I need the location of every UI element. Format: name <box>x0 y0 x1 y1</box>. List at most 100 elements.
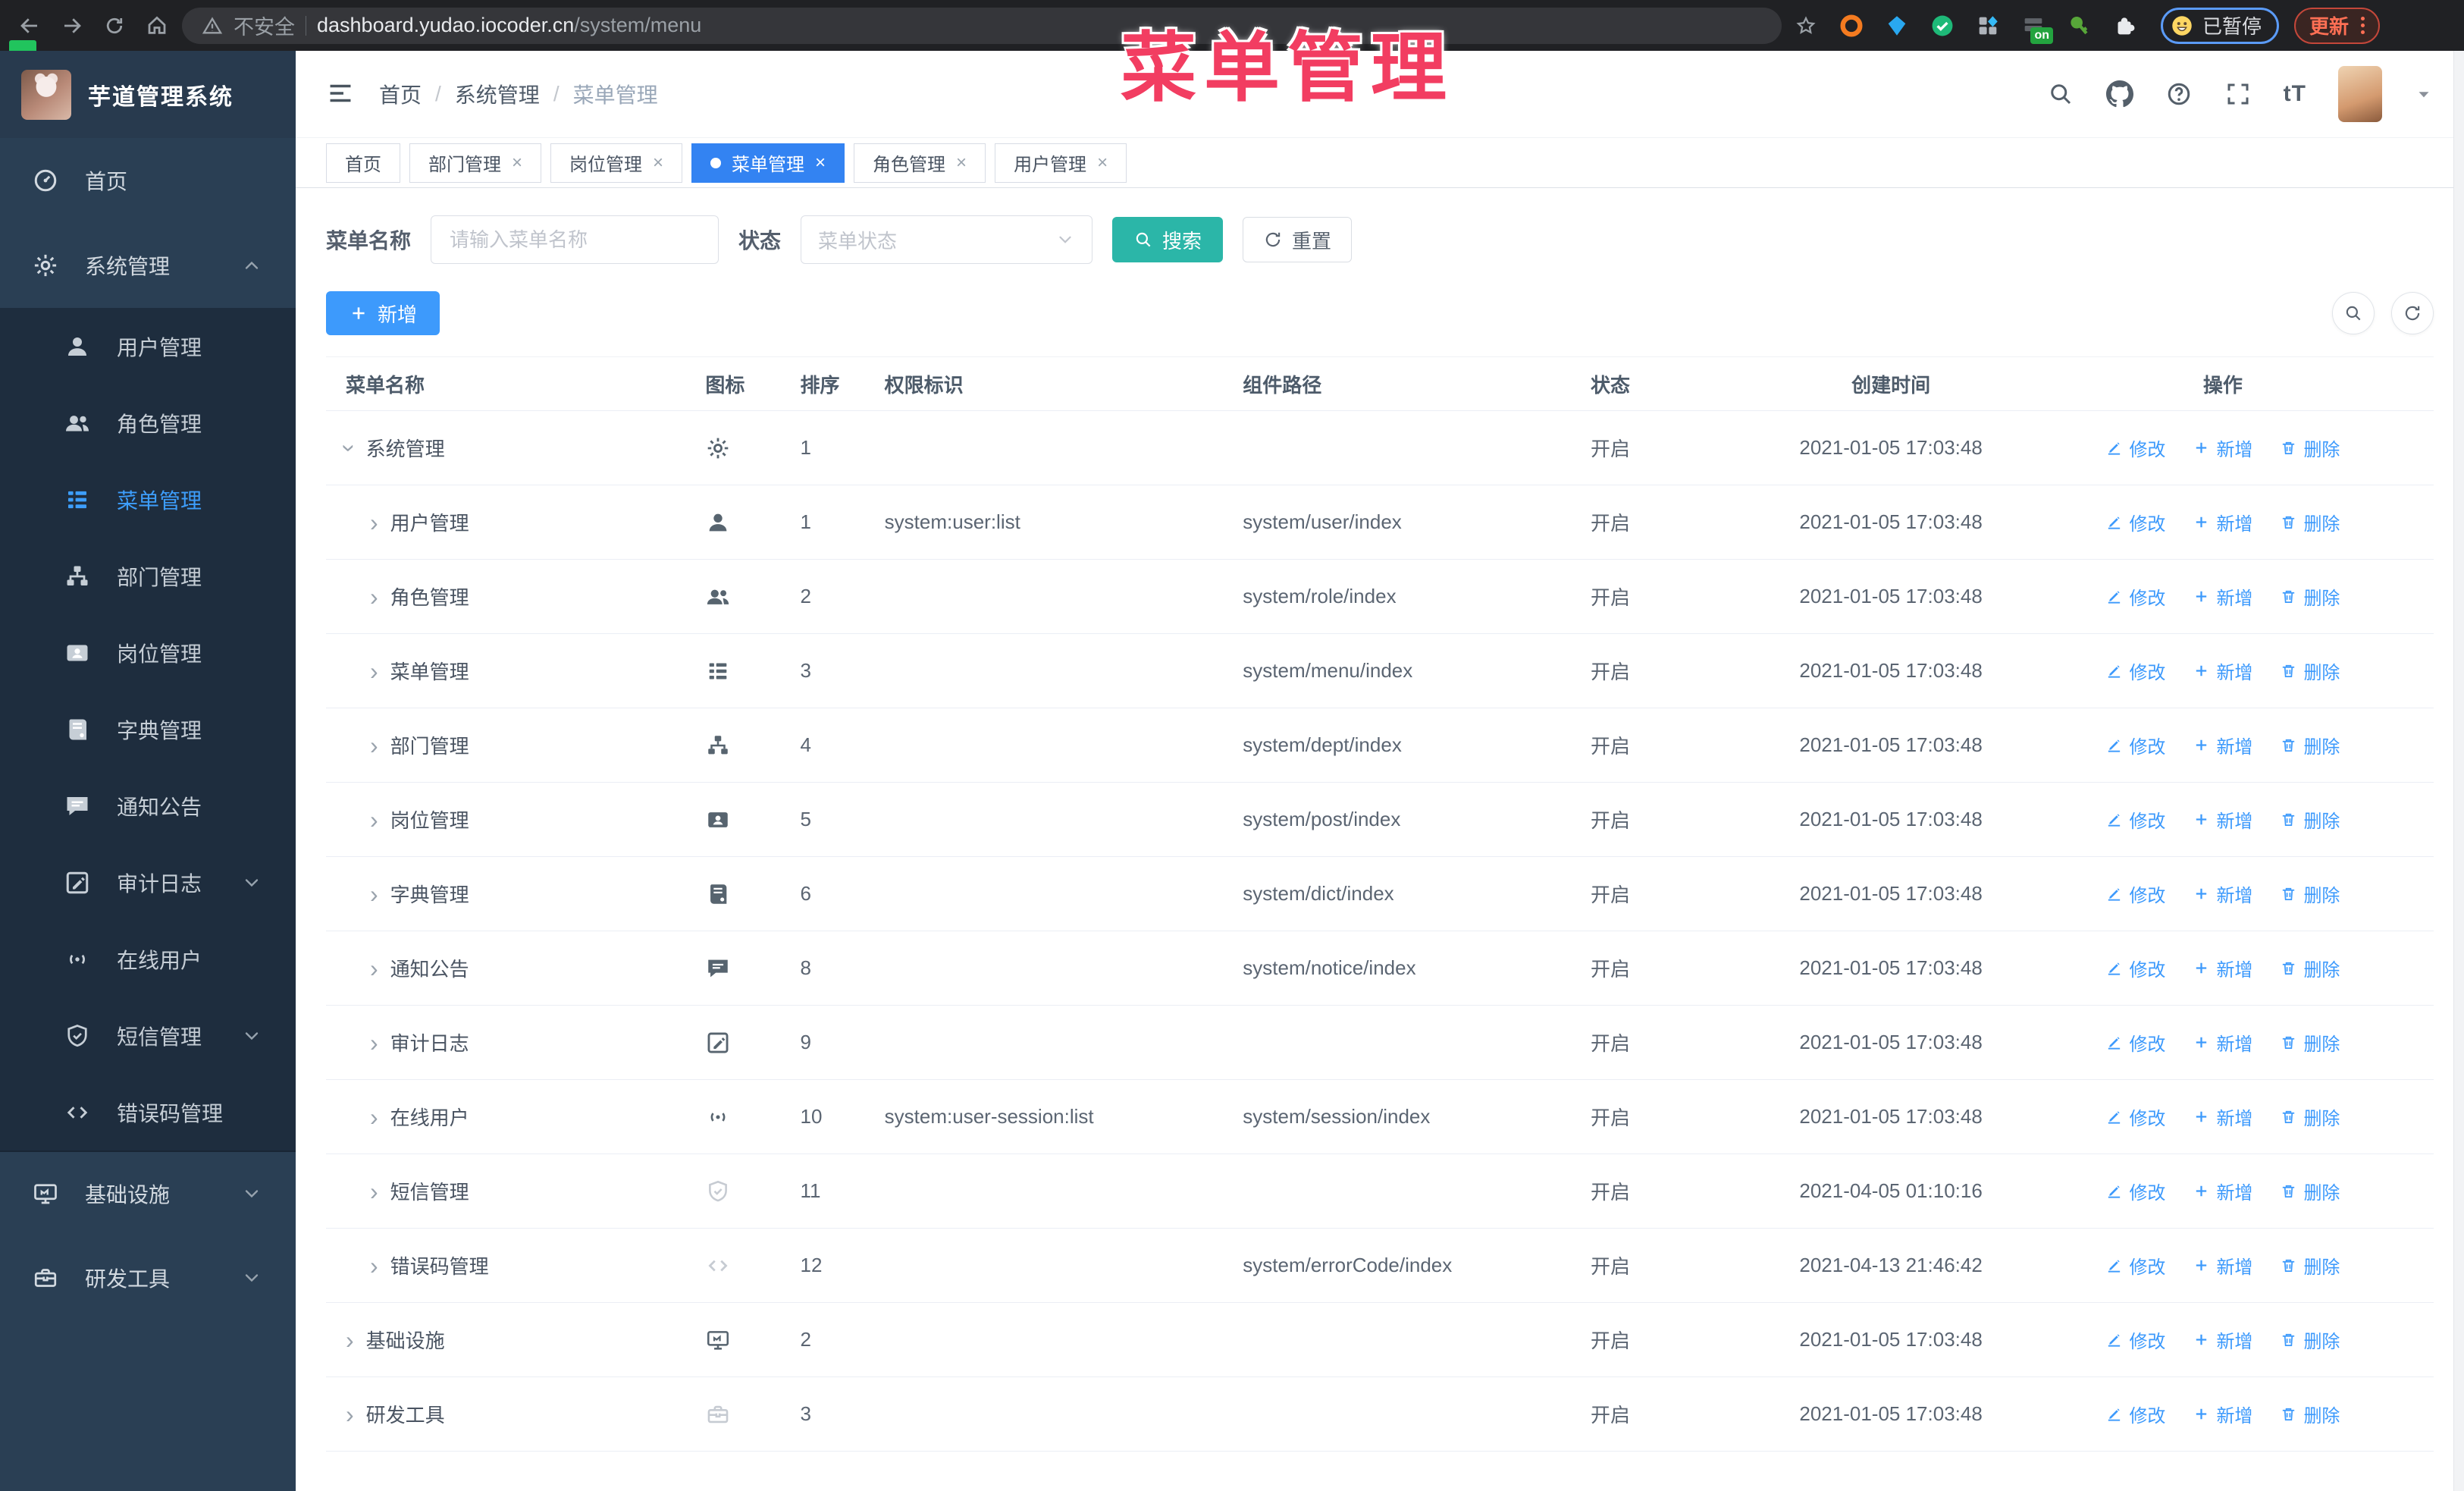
tab-user[interactable]: 用户管理 × <box>995 143 1127 183</box>
row-edit-button[interactable]: 修改 <box>2105 509 2165 535</box>
row-add-button[interactable]: 新增 <box>2193 880 2252 907</box>
row-edit-button[interactable]: 修改 <box>2105 1178 2165 1204</box>
menu-name-input[interactable] <box>431 215 719 264</box>
sidebar-item-post[interactable]: 岗位管理 <box>0 614 296 691</box>
sidebar-item-sms[interactable]: 短信管理 <box>0 997 296 1074</box>
row-edit-button[interactable]: 修改 <box>2105 1326 2165 1353</box>
browser-home-button[interactable] <box>140 8 174 43</box>
sidebar-item-role[interactable]: 角色管理 <box>0 385 296 461</box>
extension-server-icon[interactable]: on <box>2018 11 2053 44</box>
row-delete-button[interactable]: 删除 <box>2280 1252 2340 1279</box>
row-expand-icon[interactable]: › <box>370 1031 378 1055</box>
row-expand-icon[interactable]: › <box>370 585 378 609</box>
sidebar-item-errcode[interactable]: 错误码管理 <box>0 1074 296 1150</box>
close-icon[interactable]: × <box>815 152 826 174</box>
github-icon[interactable] <box>2106 80 2133 108</box>
user-avatar[interactable] <box>2338 66 2382 122</box>
row-delete-button[interactable]: 删除 <box>2280 583 2340 610</box>
row-delete-button[interactable]: 删除 <box>2280 732 2340 758</box>
row-delete-button[interactable]: 删除 <box>2280 509 2340 535</box>
row-expand-icon[interactable]: › <box>370 956 378 981</box>
caret-down-icon[interactable] <box>2414 84 2434 104</box>
row-add-button[interactable]: 新增 <box>2193 1326 2252 1353</box>
help-icon[interactable] <box>2165 80 2193 108</box>
row-add-button[interactable]: 新增 <box>2193 658 2252 684</box>
breadcrumb-item[interactable]: 菜单管理 <box>573 79 658 109</box>
row-edit-button[interactable]: 修改 <box>2105 1103 2165 1130</box>
sidebar-item-audit[interactable]: 审计日志 <box>0 844 296 921</box>
row-add-button[interactable]: 新增 <box>2193 583 2252 610</box>
scrollbar[interactable] <box>2453 51 2464 1491</box>
close-icon[interactable]: × <box>653 152 663 174</box>
extension-check-icon[interactable] <box>1927 11 1958 41</box>
table-refresh-button[interactable] <box>2391 292 2434 334</box>
breadcrumb-item[interactable]: 首页 <box>379 79 422 109</box>
reset-button[interactable]: 重置 <box>1243 217 1353 262</box>
sidebar-item-online[interactable]: 在线用户 <box>0 921 296 997</box>
row-delete-button[interactable]: 删除 <box>2280 1103 2340 1130</box>
sidebar-item-home[interactable]: 首页 <box>0 138 296 223</box>
sidebar-item-notice[interactable]: 通知公告 <box>0 767 296 844</box>
row-expand-icon[interactable]: › <box>370 882 378 906</box>
breadcrumb-item[interactable]: 系统管理 <box>455 79 540 109</box>
row-edit-button[interactable]: 修改 <box>2105 1401 2165 1427</box>
row-expand-icon[interactable]: › <box>370 510 378 535</box>
row-add-button[interactable]: 新增 <box>2193 732 2252 758</box>
row-add-button[interactable]: 新增 <box>2193 509 2252 535</box>
row-edit-button[interactable]: 修改 <box>2105 658 2165 684</box>
sidebar-item-menu[interactable]: 菜单管理 <box>0 461 296 538</box>
row-expand-icon[interactable]: › <box>370 659 378 683</box>
row-add-button[interactable]: 新增 <box>2193 1029 2252 1056</box>
sidebar-logo[interactable]: 芋道管理系统 <box>0 51 296 138</box>
extension-key-icon[interactable] <box>2064 11 2094 41</box>
row-expand-icon[interactable]: › <box>370 1179 378 1204</box>
row-expand-icon[interactable]: › <box>370 1254 378 1278</box>
row-add-button[interactable]: 新增 <box>2193 806 2252 833</box>
row-add-button[interactable]: 新增 <box>2193 435 2252 461</box>
row-expand-icon[interactable]: › <box>370 1105 378 1129</box>
row-edit-button[interactable]: 修改 <box>2105 583 2165 610</box>
browser-forward-button[interactable] <box>55 8 89 43</box>
kebab-menu-icon[interactable] <box>2361 17 2365 34</box>
extension-gem-icon[interactable] <box>1882 11 1912 41</box>
row-add-button[interactable]: 新增 <box>2193 1178 2252 1204</box>
add-button[interactable]: 新增 <box>326 291 440 335</box>
browser-back-button[interactable] <box>12 8 47 43</box>
close-icon[interactable]: × <box>512 152 522 174</box>
search-button[interactable]: 搜索 <box>1112 217 1224 262</box>
row-add-button[interactable]: 新增 <box>2193 1252 2252 1279</box>
close-icon[interactable]: × <box>956 152 967 174</box>
row-expand-icon[interactable]: › <box>370 808 378 832</box>
row-add-button[interactable]: 新增 <box>2193 1401 2252 1427</box>
bookmark-star-button[interactable] <box>1789 9 1823 42</box>
fullscreen-icon[interactable] <box>2224 80 2252 108</box>
url-bar[interactable]: 不安全 dashboard.yudao.iocoder.cn/system/me… <box>182 7 1782 44</box>
row-expand-icon[interactable]: › <box>336 444 363 452</box>
row-add-button[interactable]: 新增 <box>2193 955 2252 981</box>
row-delete-button[interactable]: 删除 <box>2280 435 2340 461</box>
status-select[interactable]: 菜单状态 <box>801 215 1093 264</box>
row-expand-icon[interactable]: › <box>346 1402 354 1427</box>
row-delete-button[interactable]: 删除 <box>2280 1029 2340 1056</box>
row-delete-button[interactable]: 删除 <box>2280 880 2340 907</box>
row-delete-button[interactable]: 删除 <box>2280 658 2340 684</box>
row-expand-icon[interactable]: › <box>346 1328 354 1352</box>
row-edit-button[interactable]: 修改 <box>2105 955 2165 981</box>
sidebar-item-devtools[interactable]: 研发工具 <box>0 1235 296 1320</box>
font-size-icon[interactable]: tT <box>2284 81 2306 107</box>
row-edit-button[interactable]: 修改 <box>2105 1029 2165 1056</box>
row-delete-button[interactable]: 删除 <box>2280 806 2340 833</box>
sidebar-item-user[interactable]: 用户管理 <box>0 308 296 385</box>
sidebar-item-infra[interactable]: 基础设施 <box>0 1150 296 1235</box>
row-edit-button[interactable]: 修改 <box>2105 880 2165 907</box>
extension-puzzle-icon[interactable] <box>2109 11 2140 41</box>
extension-orbit-icon[interactable] <box>1836 11 1867 41</box>
collapse-sidebar-button[interactable] <box>326 79 356 109</box>
profile-paused-badge[interactable]: 已暂停 <box>2161 7 2280 44</box>
row-delete-button[interactable]: 删除 <box>2280 1401 2340 1427</box>
tab-menu[interactable]: 菜单管理 × <box>691 143 845 183</box>
extension-grid-icon[interactable] <box>1973 11 2003 41</box>
row-expand-icon[interactable]: › <box>370 733 378 758</box>
row-edit-button[interactable]: 修改 <box>2105 806 2165 833</box>
sidebar-item-system[interactable]: 系统管理 <box>0 223 296 308</box>
